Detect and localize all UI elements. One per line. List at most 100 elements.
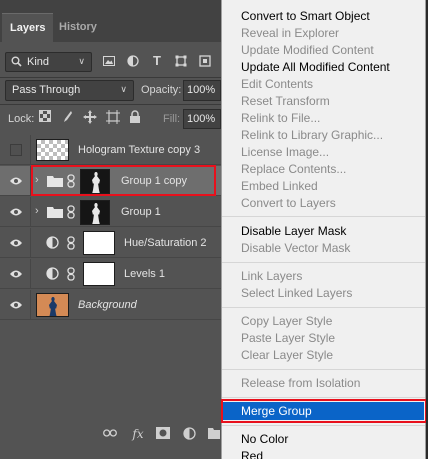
eye-icon <box>10 239 22 247</box>
menu-item-no-color[interactable]: No Color <box>241 431 288 447</box>
visibility-toggle[interactable] <box>0 135 31 165</box>
link-icon <box>67 267 75 281</box>
shape-filter-icon[interactable] <box>175 55 187 67</box>
layer-row[interactable]: Levels 1 <box>0 259 221 289</box>
eye-icon <box>10 301 22 309</box>
layer-row[interactable]: › Group 1 <box>0 197 221 227</box>
menu-item-reveal-in-explorer: Reveal in Explorer <box>241 26 340 40</box>
panel-bottom-bar: fx <box>0 422 221 447</box>
filter-kind-label: Kind <box>27 56 50 68</box>
layer-mask-thumbnail <box>83 262 115 286</box>
menu-item-disable-vector-mask: Disable Vector Mask <box>241 241 351 255</box>
filter-kind-dropdown[interactable]: Kind ∨ <box>5 52 92 72</box>
lock-label: Lock: <box>8 113 35 125</box>
eye-icon <box>10 177 22 185</box>
visibility-toggle[interactable] <box>0 197 31 227</box>
visibility-toggle[interactable] <box>0 290 31 320</box>
opacity-label: Opacity: <box>141 84 182 96</box>
visibility-toggle[interactable] <box>0 259 31 289</box>
adjustment-layer-icon[interactable] <box>182 427 196 441</box>
layer-name: Background <box>78 299 137 311</box>
menu-item-clear-layer-style: Clear Layer Style <box>241 348 334 362</box>
menu-item-relink-to-library-graphic: Relink to Library Graphic... <box>241 128 384 142</box>
tab-layers[interactable]: Layers <box>2 13 54 42</box>
lock-image-pixels-icon[interactable] <box>60 110 74 124</box>
new-group-icon[interactable] <box>208 427 220 441</box>
layer-mask-thumbnail <box>80 200 110 225</box>
divider <box>0 104 221 105</box>
layer-name: Hologram Texture copy 3 <box>78 144 201 156</box>
type-filter-icon[interactable]: T <box>151 54 163 67</box>
visibility-toggle[interactable] <box>0 228 31 258</box>
menu-separator <box>222 307 425 308</box>
chevron-down-icon: ∨ <box>120 84 127 94</box>
visibility-off-box <box>10 144 22 156</box>
chevron-down-icon: ∨ <box>78 56 85 66</box>
lock-position-icon[interactable] <box>83 110 97 124</box>
menu-item-paste-layer-style: Paste Layer Style <box>241 331 336 345</box>
layers-panel: Layers History Kind ∨ T Pass Through ∨ O… <box>0 0 221 459</box>
fx-icon[interactable]: fx <box>130 427 146 441</box>
layer-row[interactable]: Background <box>0 290 221 320</box>
annotation-highlight-menu-item <box>221 399 427 423</box>
opacity-field[interactable]: 100% <box>183 80 221 101</box>
menu-item-red[interactable]: Red <box>241 448 263 459</box>
smart-object-filter-icon[interactable] <box>199 55 211 67</box>
layer-name: Hue/Saturation 2 <box>124 237 207 249</box>
menu-separator <box>222 216 425 217</box>
menu-item-convert-to-smart-object[interactable]: Convert to Smart Object <box>241 8 370 24</box>
eye-icon <box>10 270 22 278</box>
layer-name: Levels 1 <box>124 268 165 280</box>
mask-icon[interactable] <box>156 427 170 441</box>
folder-icon <box>47 207 63 218</box>
menu-item-replace-contents: Replace Contents... <box>241 162 347 176</box>
divider <box>0 77 221 78</box>
tab-history[interactable]: History <box>51 13 105 42</box>
menu-item-copy-layer-style: Copy Layer Style <box>241 314 333 328</box>
image-filter-icon[interactable] <box>103 55 115 67</box>
menu-separator <box>222 369 425 370</box>
lock-artboard-icon[interactable] <box>106 110 120 124</box>
menu-item-edit-contents: Edit Contents <box>241 77 314 91</box>
menu-separator <box>222 425 425 426</box>
link-icon <box>67 205 75 219</box>
menu-item-update-all-modified-content[interactable]: Update All Modified Content <box>241 59 390 75</box>
menu-separator <box>222 397 425 398</box>
link-icon <box>67 236 75 250</box>
menu-item-embed-linked: Embed Linked <box>241 179 318 193</box>
menu-item-license-image: License Image... <box>241 145 330 159</box>
fill-label: Fill: <box>163 113 181 125</box>
menu-item-reset-transform: Reset Transform <box>241 94 330 108</box>
layer-row[interactable]: Hue/Saturation 2 <box>0 228 221 258</box>
visibility-toggle[interactable] <box>0 166 31 196</box>
layer-context-menu: Convert to Smart Object Reveal in Explor… <box>221 0 427 459</box>
menu-item-disable-layer-mask[interactable]: Disable Layer Mask <box>241 223 346 239</box>
menu-item-convert-to-layers: Convert to Layers <box>241 196 336 210</box>
annotation-highlight-layer <box>31 165 216 196</box>
adjustment-filter-icon[interactable] <box>127 55 139 67</box>
menu-separator <box>222 262 425 263</box>
layer-filter-row: Kind ∨ T <box>5 52 221 74</box>
menu-item-select-linked-layers: Select Linked Layers <box>241 286 353 300</box>
layer-thumbnail <box>36 139 69 161</box>
adjustment-layer-icon <box>46 236 59 249</box>
layer-mask-thumbnail <box>83 231 115 255</box>
link-layers-icon[interactable] <box>103 427 117 441</box>
menu-item-link-layers: Link Layers <box>241 269 303 283</box>
layer-name: Group 1 <box>121 206 161 218</box>
blend-mode-dropdown[interactable]: Pass Through ∨ <box>5 80 134 101</box>
menu-item-release-from-isolation: Release from Isolation <box>241 376 361 390</box>
menu-item-relink-to-file: Relink to File... <box>241 111 321 125</box>
eye-icon <box>10 208 22 216</box>
lock-transparent-pixels-icon[interactable] <box>38 110 52 124</box>
layer-row[interactable]: Hologram Texture copy 3 <box>0 135 221 165</box>
lock-all-icon[interactable] <box>128 110 142 124</box>
panel-tab-bar: Layers History <box>0 0 221 42</box>
blend-mode-label: Pass Through <box>12 84 81 96</box>
adjustment-layer-icon <box>46 267 59 280</box>
fill-field[interactable]: 100% <box>183 109 221 129</box>
menu-item-update-modified-content: Update Modified Content <box>241 43 374 57</box>
search-icon <box>11 55 23 69</box>
layer-thumbnail <box>36 293 69 317</box>
chevron-right-icon[interactable]: › <box>35 205 39 217</box>
